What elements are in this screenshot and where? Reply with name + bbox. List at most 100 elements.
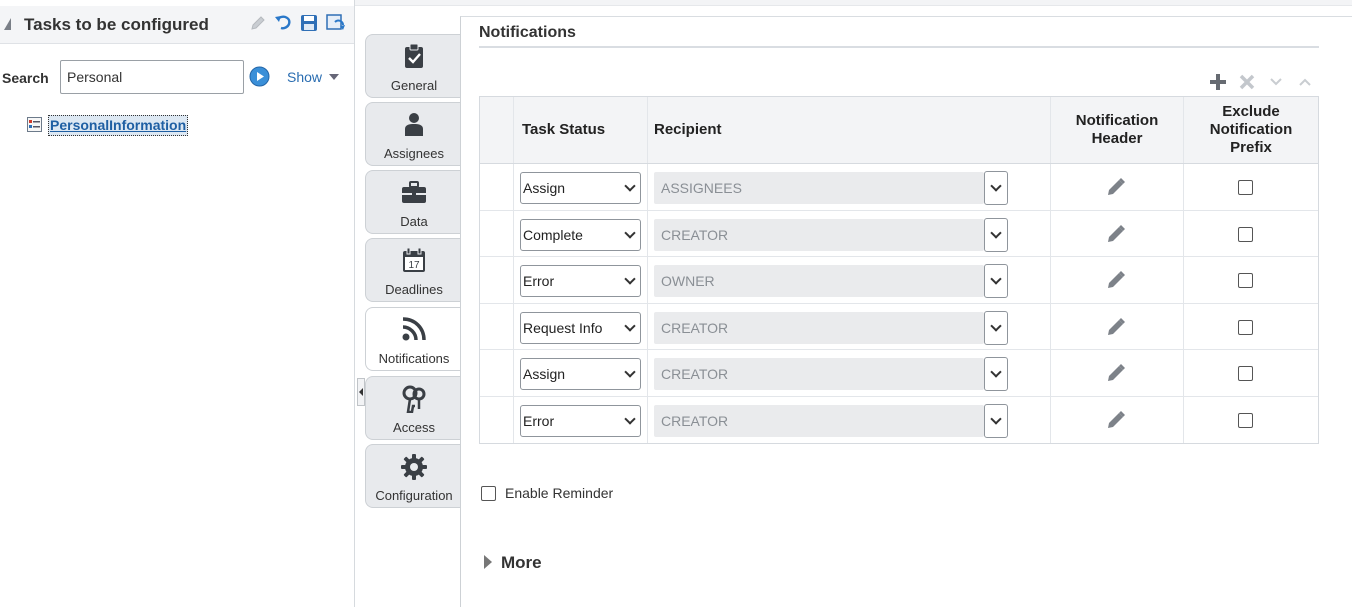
task-status-select[interactable]: Error	[520, 404, 641, 437]
tab-general[interactable]: General	[365, 34, 461, 98]
briefcase-icon	[366, 179, 462, 205]
recipient-field: CREATOR	[654, 218, 984, 251]
row-selector[interactable]	[480, 396, 514, 443]
pencil-icon[interactable]	[1106, 224, 1126, 244]
task-status-value: Error	[523, 412, 555, 429]
header-cell-recipient[interactable]: Recipient	[648, 97, 1051, 163]
go-icon[interactable]	[249, 66, 270, 87]
tab-notifications[interactable]: Notifications	[365, 307, 461, 371]
notification-header-line2: Header	[1091, 130, 1143, 147]
save-icon[interactable]	[299, 13, 319, 33]
chevron-down-icon	[624, 412, 636, 425]
exclude-header-line1: Exclude	[1222, 103, 1280, 120]
exclude-prefix-checkbox[interactable]	[1238, 180, 1253, 195]
task-icon	[27, 117, 42, 132]
chevron-down-icon	[990, 366, 1002, 378]
tasks-panel-title: Tasks to be configured	[24, 15, 209, 34]
chevron-down-icon[interactable]	[329, 74, 339, 80]
more-section-toggle[interactable]: More	[501, 553, 542, 573]
tab-label: Data	[400, 214, 428, 229]
recipient-dropdown[interactable]	[984, 310, 1008, 345]
recipient-header: Recipient	[654, 121, 722, 138]
tab-label: Assignees	[384, 146, 444, 161]
table-row[interactable]: Request Info CREATOR	[480, 303, 1318, 350]
move-up-icon[interactable]	[1295, 72, 1315, 92]
task-status-value: Request Info	[523, 319, 603, 336]
table-header-row: Task Status Recipient Notification Heade…	[480, 97, 1318, 164]
exclude-prefix-checkbox[interactable]	[1238, 412, 1253, 428]
undo-icon[interactable]	[273, 13, 293, 33]
show-link[interactable]: Show	[287, 69, 322, 85]
recipient-dropdown[interactable]	[984, 403, 1008, 438]
notifications-table: Task Status Recipient Notification Heade…	[479, 96, 1319, 444]
task-status-select[interactable]: Request Info	[520, 311, 641, 344]
chevron-down-icon	[990, 180, 1002, 192]
recipient-field: CREATOR	[654, 311, 984, 344]
tab-configuration[interactable]: Configuration	[365, 444, 461, 508]
row-selector[interactable]	[480, 210, 514, 256]
move-down-icon[interactable]	[1266, 72, 1286, 92]
task-status-select[interactable]: Assign	[520, 358, 641, 390]
exclude-header-line2: Notification	[1209, 121, 1293, 138]
chevron-down-icon	[624, 273, 636, 285]
tab-access[interactable]: Access	[365, 376, 461, 440]
header-cell-exclude-prefix[interactable]: Exclude Notification Prefix	[1184, 97, 1318, 163]
task-status-value: Error	[523, 273, 555, 289]
pencil-icon[interactable]	[1106, 270, 1126, 290]
chevron-down-icon	[990, 226, 1002, 239]
chevron-down-icon	[624, 319, 636, 332]
edit-icon[interactable]	[248, 13, 268, 33]
collapse-panel-icon[interactable]	[4, 18, 11, 30]
pencil-icon[interactable]	[1106, 177, 1126, 197]
tab-label: General	[390, 78, 438, 93]
tab-data[interactable]: Data	[365, 170, 461, 234]
add-icon[interactable]	[1208, 72, 1228, 92]
expand-more-icon[interactable]	[484, 555, 492, 569]
header-cell-notification-header[interactable]: Notification Header	[1051, 97, 1184, 163]
pencil-icon[interactable]	[1106, 410, 1126, 430]
table-row[interactable]: Assign CREATOR	[480, 350, 1318, 397]
enable-reminder-checkbox[interactable]	[481, 486, 496, 501]
table-row[interactable]: Complete CREATOR	[480, 210, 1318, 257]
tab-deadlines[interactable]: 17 Deadlines	[365, 238, 461, 302]
exclude-prefix-checkbox[interactable]	[1238, 226, 1253, 242]
delete-icon[interactable]	[1237, 72, 1257, 92]
task-status-select[interactable]: Error	[520, 265, 641, 297]
recipient-field: ASSIGNEES	[654, 172, 984, 204]
task-status-select[interactable]: Assign	[520, 172, 641, 204]
pencil-icon[interactable]	[1106, 317, 1126, 337]
recipient-dropdown[interactable]	[984, 171, 1008, 205]
task-status-value: Assign	[523, 366, 566, 382]
tab-label: Notifications	[378, 351, 450, 366]
header-cell-selector	[480, 97, 514, 163]
tab-assignees[interactable]: Assignees	[365, 102, 461, 166]
chevron-down-icon	[990, 273, 1002, 285]
task-status-select[interactable]: Complete	[520, 218, 641, 251]
title-divider	[479, 46, 1319, 48]
table-row[interactable]: Error OWNER	[480, 257, 1318, 304]
tree-item-personalinformation[interactable]: PersonalInformation	[48, 115, 189, 136]
table-row[interactable]: Error CREATOR	[480, 396, 1318, 443]
recipient-dropdown[interactable]	[984, 217, 1008, 252]
row-selector[interactable]	[480, 164, 514, 210]
recipient-dropdown[interactable]	[984, 357, 1008, 391]
recipient-dropdown[interactable]	[984, 264, 1008, 298]
rss-icon	[366, 316, 462, 342]
task-status-value: Assign	[523, 180, 566, 196]
pencil-icon[interactable]	[1106, 363, 1126, 383]
exclude-prefix-checkbox[interactable]	[1238, 319, 1253, 335]
header-cell-task-status[interactable]: Task Status	[514, 97, 648, 163]
exclude-header-line3: Prefix	[1230, 139, 1272, 156]
exclude-prefix-checkbox[interactable]	[1238, 273, 1253, 288]
enable-reminder-label[interactable]: Enable Reminder	[505, 485, 613, 501]
panel-splitter[interactable]	[357, 378, 365, 406]
row-selector[interactable]	[480, 257, 514, 303]
exclude-prefix-checkbox[interactable]	[1238, 366, 1253, 381]
chevron-down-icon	[990, 412, 1002, 425]
chevron-down-icon	[990, 319, 1002, 332]
table-row[interactable]: Assign ASSIGNEES	[480, 164, 1318, 211]
row-selector[interactable]	[480, 350, 514, 396]
search-input[interactable]	[60, 60, 244, 94]
refresh-icon[interactable]	[326, 13, 346, 33]
row-selector[interactable]	[480, 303, 514, 349]
